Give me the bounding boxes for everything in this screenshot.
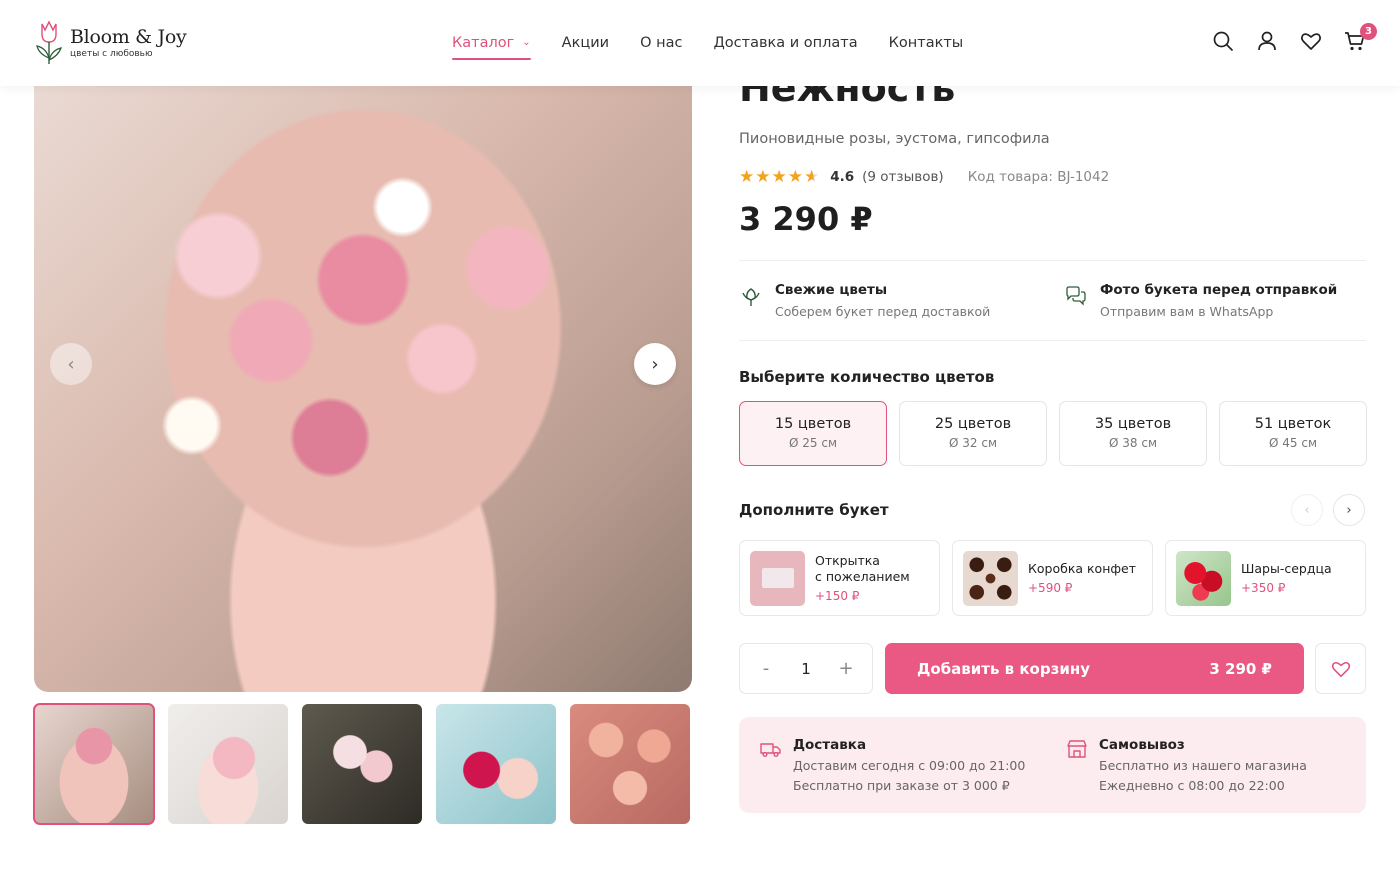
increase-button[interactable]: + (838, 658, 854, 679)
addon-card-image (750, 550, 805, 606)
add-to-cart-button[interactable]: Добавить в корзину 3 290 ₽ (885, 643, 1304, 694)
option-diameter: Ø 32 см (949, 436, 997, 450)
chevron-right-icon: › (651, 353, 659, 375)
option-count: 51 цветок (1254, 416, 1332, 432)
delivery-info-panel: Доставка Доставим сегодня с 09:00 до 21:… (739, 717, 1366, 813)
thumbnail-1[interactable] (33, 703, 155, 825)
cart-icon[interactable]: 3 (1344, 23, 1377, 52)
delivery-line: Бесплатно при заказе от 3 000 ₽ (793, 778, 1010, 793)
add-to-favorites-button[interactable] (1315, 643, 1366, 694)
gallery-prev-button[interactable]: ‹ (50, 343, 92, 385)
addon-name: Шары-сердца (1241, 561, 1332, 576)
nav-catalog-label: Каталог (452, 35, 515, 51)
brand-tagline: цветы с любовью (70, 48, 153, 59)
addon-heart-balloons[interactable]: Шары-сердца +350 ₽ (1165, 540, 1366, 616)
store-icon (1065, 737, 1089, 761)
feature-text: Соберем букет перед доставкой (775, 304, 991, 319)
main-nav: Каталог ⌄ Акции О нас Доставка и оплата К… (452, 33, 964, 60)
quantity-input[interactable] (786, 659, 826, 678)
feature-photo-before-sending: Фото букета перед отправкой Отправим вам… (1064, 282, 1337, 319)
addons-list: Открытка с пожеланием +150 ₽ Коробка кон… (739, 540, 1366, 616)
addons-next-button[interactable]: › (1333, 494, 1365, 526)
product-rating: ★★★★★ 4.6 (9 отзывов) Код товара: BJ-104… (739, 167, 1109, 187)
pickup-line: Ежедневно с 08:00 до 22:00 (1099, 778, 1285, 793)
reviews-link[interactable]: (9 отзывов) (862, 169, 944, 185)
addon-price: +590 ₽ (1028, 581, 1073, 595)
quantity-options: 15 цветов Ø 25 см 25 цветов Ø 32 см 35 ц… (739, 401, 1367, 466)
addons-prev-button[interactable]: ‹ (1291, 494, 1323, 526)
cart-count-badge: 3 (1360, 23, 1377, 40)
pickup-block: Самовывоз Бесплатно из нашего магазина Е… (1065, 737, 1307, 793)
addon-card[interactable]: Открытка с пожеланием +150 ₽ (739, 540, 940, 616)
addons-section-title: Дополните букет (739, 501, 889, 519)
thumbnail-4[interactable] (436, 704, 556, 824)
nav-promotions[interactable]: Акции (562, 33, 609, 53)
feature-title: Фото букета перед отправкой (1100, 282, 1338, 298)
rating-stars-icon: ★★★★★ (739, 167, 821, 187)
chevron-right-icon: › (1346, 502, 1352, 518)
nav-catalog[interactable]: Каталог ⌄ (452, 33, 531, 60)
delivery-line: Доставим сегодня с 09:00 до 21:00 (793, 758, 1026, 773)
search-icon[interactable] (1212, 30, 1234, 52)
thumbnail-3[interactable] (302, 704, 422, 824)
quantity-stepper: - + (739, 643, 873, 694)
addon-candy-box[interactable]: Коробка конфет +590 ₽ (952, 540, 1153, 616)
feature-title: Свежие цветы (775, 282, 888, 298)
addon-heart-balloons-image (1176, 550, 1231, 606)
nav-contacts[interactable]: Контакты (889, 33, 964, 53)
quantity-option-51[interactable]: 51 цветок Ø 45 см (1219, 401, 1367, 466)
quantity-option-25[interactable]: 25 цветов Ø 32 см (899, 401, 1047, 466)
feature-text: Отправим вам в WhatsApp (1100, 304, 1274, 319)
option-count: 35 цветов (1094, 416, 1172, 432)
delivery-block: Доставка Доставим сегодня с 09:00 до 21:… (759, 737, 1025, 793)
divider (739, 260, 1366, 261)
brand-name: Bloom & Joy (70, 25, 187, 48)
rating-value: 4.6 (830, 169, 855, 185)
chevron-left-icon: ‹ (67, 353, 75, 375)
chat-icon (1064, 284, 1088, 308)
nav-delivery-payment[interactable]: Доставка и оплата (713, 33, 857, 53)
option-count: 25 цветов (934, 416, 1012, 432)
logo[interactable]: Bloom & Joy цветы с любовью (34, 18, 187, 66)
site-header: Bloom & Joy цветы с любовью Каталог ⌄ Акц… (0, 0, 1400, 86)
heart-icon (1331, 661, 1350, 677)
quantity-option-35[interactable]: 35 цветов Ø 38 см (1059, 401, 1207, 466)
option-count: 15 цветов (774, 416, 852, 432)
thumbnail-5[interactable] (570, 704, 690, 824)
tulip-logo-icon (36, 20, 63, 64)
product-price: 3 290 ₽ (739, 200, 873, 238)
addon-price: +350 ₽ (1241, 581, 1286, 595)
addon-name: Коробка конфет (1028, 561, 1137, 576)
decrease-button[interactable]: - (758, 658, 774, 679)
pickup-title: Самовывоз (1099, 737, 1185, 753)
addon-price: +150 ₽ (815, 589, 860, 603)
flower-icon (739, 284, 763, 308)
heart-icon[interactable] (1300, 30, 1322, 52)
option-diameter: Ø 25 см (789, 436, 837, 450)
option-diameter: Ø 38 см (1109, 436, 1157, 450)
pickup-line: Бесплатно из нашего магазина (1099, 758, 1307, 773)
chevron-left-icon: ‹ (1304, 502, 1310, 518)
addon-candy-box-image (963, 550, 1018, 606)
feature-fresh-flowers: Свежие цветы Соберем букет перед доставк… (739, 282, 990, 319)
addon-name: Открытка с пожеланием (815, 553, 910, 584)
product-main-photo[interactable] (34, 86, 692, 692)
quantity-option-15[interactable]: 15 цветов Ø 25 см (739, 401, 887, 466)
divider (739, 340, 1366, 341)
gallery-next-button[interactable]: › (634, 343, 676, 385)
truck-icon (759, 737, 783, 761)
delivery-title: Доставка (793, 737, 867, 753)
quantity-section-title: Выберите количество цветов (739, 368, 995, 386)
nav-about[interactable]: О нас (640, 33, 682, 53)
product-subtitle: Пионовидные розы, эустома, гипсофила (739, 131, 1050, 147)
thumbnail-2[interactable] (168, 704, 288, 824)
option-diameter: Ø 45 см (1269, 436, 1317, 450)
user-icon[interactable] (1256, 30, 1278, 52)
add-to-cart-price: 3 290 ₽ (1209, 659, 1272, 678)
gallery-thumbnails (33, 703, 690, 825)
chevron-down-icon: ⌄ (522, 37, 531, 48)
add-to-cart-label: Добавить в корзину (917, 659, 1090, 678)
product-sku: Код товара: BJ-1042 (967, 169, 1110, 185)
